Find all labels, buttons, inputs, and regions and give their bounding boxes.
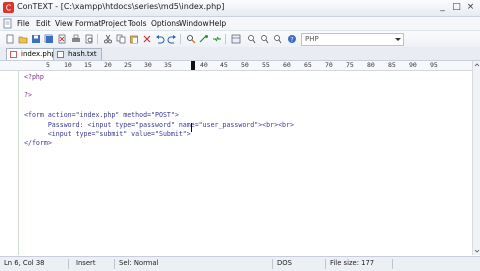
toolbar-separator <box>97 34 98 44</box>
text-file-icon <box>57 51 64 58</box>
selection-mode: Sel: Normal <box>119 259 159 267</box>
menu-window[interactable]: Window <box>179 19 209 28</box>
ruler-label: 95 <box>430 61 438 69</box>
close-button[interactable]: × <box>464 1 477 14</box>
status-separator <box>272 259 273 269</box>
line-gutter <box>0 71 15 255</box>
tab-label: hash.txt <box>68 50 97 58</box>
code-editor[interactable]: <?php ?> <form action="index.php" method… <box>0 71 472 255</box>
ruler-label: 60 <box>283 61 291 69</box>
macro-stop-icon[interactable] <box>272 33 283 44</box>
code-line: Password: <input type="password" name="u… <box>24 121 294 129</box>
menu-view[interactable]: View <box>55 19 73 28</box>
code-line: </form> <box>24 139 52 147</box>
code-line: ?> <box>24 91 32 99</box>
document-icon[interactable] <box>2 18 13 29</box>
status-separator <box>68 259 69 269</box>
chevron-down-icon <box>395 38 401 41</box>
highlighter-value: PHP <box>305 35 319 43</box>
svg-text:C: C <box>6 4 12 13</box>
new-file-icon[interactable] <box>4 33 15 44</box>
ruler-label: 5 <box>46 61 50 69</box>
ruler-column-marker <box>191 61 195 70</box>
cursor-position: Ln 6, Col 38 <box>4 259 45 267</box>
tab-hash-txt[interactable]: hash.txt <box>53 48 102 60</box>
save-all-icon[interactable] <box>43 33 54 44</box>
vertical-scrollbar[interactable] <box>472 61 480 255</box>
find-icon[interactable] <box>185 33 196 44</box>
toggle-view-icon[interactable] <box>230 33 241 44</box>
ruler-label: 65 <box>304 61 312 69</box>
toolbar: ? PHP <box>0 31 480 48</box>
menu-project[interactable]: Project <box>101 19 127 28</box>
maximize-button[interactable]: □ <box>450 1 463 14</box>
ruler: 5 10 15 20 25 30 35 40 45 50 55 60 65 70… <box>0 61 480 71</box>
ruler-label: 25 <box>124 61 132 69</box>
ruler-label: 40 <box>200 61 208 69</box>
scroll-down-icon[interactable] <box>473 247 480 255</box>
php-file-icon <box>10 51 17 58</box>
tab-label: index.php <box>21 50 56 58</box>
line-ending-format: DOS <box>277 259 292 267</box>
ruler-label: 55 <box>262 61 270 69</box>
ruler-label: 85 <box>388 61 396 69</box>
help-icon[interactable]: ? <box>286 33 297 44</box>
ruler-label: 80 <box>367 61 375 69</box>
menu-help[interactable]: Help <box>209 19 226 28</box>
delete-icon[interactable] <box>141 33 152 44</box>
code-line: <form action="index.php" method="POST"> <box>24 111 179 119</box>
toolbar-separator <box>225 34 226 44</box>
redo-icon[interactable] <box>166 33 177 44</box>
text-caret <box>191 123 192 132</box>
ruler-label: 75 <box>346 61 354 69</box>
menu-options[interactable]: Options <box>151 19 180 28</box>
toolbar-separator <box>180 34 181 44</box>
menu-bar: File Edit View Format Project Tools Opti… <box>0 17 480 31</box>
replace-icon[interactable] <box>211 33 222 44</box>
status-separator <box>114 259 115 269</box>
status-bar: Ln 6, Col 38 Insert Sel: Normal DOS File… <box>0 256 480 271</box>
ruler-label: 30 <box>144 61 152 69</box>
code-line: <input type="submit" value="Submit"> <box>24 130 191 138</box>
copy-icon[interactable] <box>115 33 126 44</box>
close-file-icon[interactable] <box>56 33 67 44</box>
find-next-icon[interactable] <box>198 33 209 44</box>
window-title: ConTEXT - [C:\xampp\htdocs\series\md5\in… <box>17 2 225 11</box>
menu-file[interactable]: File <box>17 19 30 28</box>
scroll-up-icon[interactable] <box>473 61 480 69</box>
status-separator <box>325 259 326 269</box>
title-bar: C ConTEXT - [C:\xampp\htdocs\series\md5\… <box>0 0 480 17</box>
file-tabs: index.php hash.txt <box>0 47 480 61</box>
file-size: File size: 177 <box>330 259 375 267</box>
macro-play-icon[interactable] <box>259 33 270 44</box>
menu-edit[interactable]: Edit <box>36 19 51 28</box>
macro-record-icon[interactable] <box>246 33 257 44</box>
insert-mode: Insert <box>76 259 96 267</box>
paste-icon[interactable] <box>128 33 139 44</box>
ruler-label: 20 <box>104 61 112 69</box>
ruler-label: 15 <box>84 61 92 69</box>
menu-tools[interactable]: Tools <box>128 19 146 28</box>
highlighter-select[interactable]: PHP <box>301 33 404 46</box>
ruler-label: 70 <box>325 61 333 69</box>
ruler-label: 45 <box>220 61 228 69</box>
print-icon[interactable] <box>70 33 81 44</box>
undo-icon[interactable] <box>154 33 165 44</box>
app-logo-icon: C <box>3 2 14 13</box>
ruler-label: 10 <box>64 61 72 69</box>
svg-text:?: ? <box>290 36 293 43</box>
print-preview-icon[interactable] <box>83 33 94 44</box>
menu-format[interactable]: Format <box>75 19 101 28</box>
code-line: <?php <box>24 73 44 81</box>
save-icon[interactable] <box>30 33 41 44</box>
ruler-label: 35 <box>164 61 172 69</box>
status-separator <box>392 259 393 269</box>
margin-line <box>18 71 19 255</box>
ruler-label: 90 <box>409 61 417 69</box>
open-folder-icon[interactable] <box>17 33 28 44</box>
ruler-label: 50 <box>241 61 249 69</box>
minimize-button[interactable]: _ <box>436 1 449 14</box>
cut-icon[interactable] <box>102 33 113 44</box>
